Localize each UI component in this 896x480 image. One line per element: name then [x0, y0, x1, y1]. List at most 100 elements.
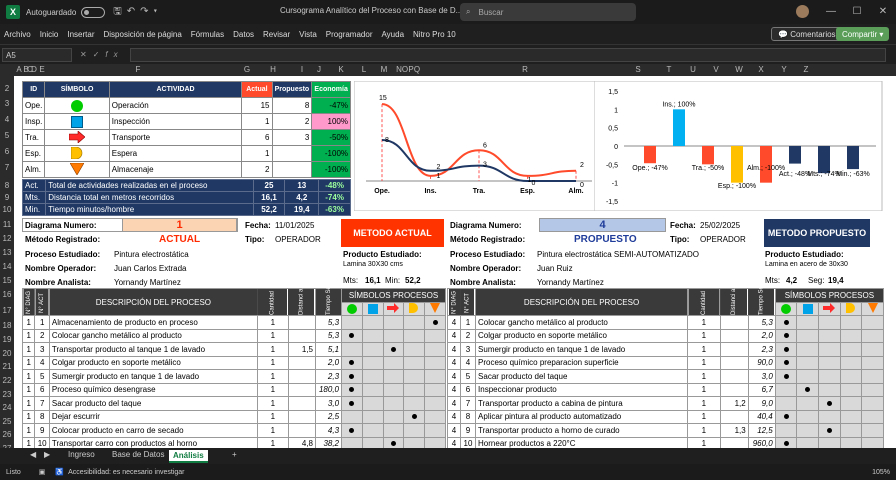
tab-prev-icon[interactable]: ◀: [30, 450, 36, 459]
column-header[interactable]: J: [314, 65, 324, 74]
row-header[interactable]: 26: [0, 430, 14, 439]
menu-ayuda[interactable]: Ayuda: [381, 30, 404, 39]
row-header[interactable]: 4: [0, 115, 14, 124]
table-row[interactable]: 4 4 Proceso químico preparacion superficie…: [447, 355, 884, 370]
menu-nitro[interactable]: Nitro Pro 10: [413, 30, 456, 39]
menu-datos[interactable]: Datos: [233, 30, 254, 39]
table-row[interactable]: 1 5 Sumergir producto en tanque 1 de lavad…: [21, 369, 446, 384]
worksheet[interactable]: ID SÍMBOLO ACTIVIDAD Actual Propuesto Ec…: [14, 76, 896, 448]
column-header[interactable]: F: [133, 65, 143, 74]
menu-inicio[interactable]: Inicio: [40, 30, 59, 39]
line-chart[interactable]: Ope. Ins. Tra. Esp. Alm.15812631 020: [354, 81, 604, 211]
bar-chart[interactable]: 1,5 1 0,5 0 -0,5 -1 -1,5 Ope.; -47% Ins.; 100% Tr…: [594, 81, 896, 211]
menu-formulas[interactable]: Fórmulas: [191, 30, 224, 39]
table-row[interactable]: 1 1 Almacenamiento de producto en proceso 1…: [21, 315, 446, 330]
row-header[interactable]: 18: [0, 321, 14, 330]
row-header[interactable]: 7: [0, 163, 14, 172]
tab-next-icon[interactable]: ▶: [44, 450, 50, 459]
column-header[interactable]: W: [734, 65, 744, 74]
column-header[interactable]: U: [688, 65, 698, 74]
table-row[interactable]: 1 6 Proceso químico desengrase 1 180,0: [21, 382, 446, 397]
row-header[interactable]: 5: [0, 131, 14, 140]
column-header[interactable]: X: [756, 65, 766, 74]
row-header[interactable]: 11: [0, 220, 14, 229]
quick-access-icons[interactable]: 🖫↶↷▾: [113, 4, 162, 21]
column-header[interactable]: V: [711, 65, 721, 74]
column-header[interactable]: Z: [801, 65, 811, 74]
tab-analisis[interactable]: Análisis: [169, 450, 208, 463]
row-header[interactable]: 9: [0, 193, 14, 202]
minimize-icon[interactable]: —: [818, 0, 844, 24]
column-header[interactable]: Q: [412, 65, 422, 74]
name-box[interactable]: A5: [2, 47, 72, 62]
autosave-toggle[interactable]: [81, 6, 106, 18]
column-header[interactable]: S: [633, 65, 643, 74]
row-header[interactable]: 10: [0, 205, 14, 214]
formula-input[interactable]: [129, 47, 886, 62]
table-row[interactable]: 4 3 Sumergir producto en tanque 1 de lavad…: [447, 342, 884, 357]
table-row[interactable]: 1 3 Transportar producto al tanque 1 de la…: [21, 342, 446, 357]
right-diagram-number[interactable]: 4: [539, 218, 666, 232]
table-row[interactable]: 1 9 Colocar producto en carro de secado 1 4,…: [21, 423, 446, 438]
close-icon[interactable]: ✕: [870, 0, 896, 24]
row-header[interactable]: 3: [0, 99, 14, 108]
row-header[interactable]: 14: [0, 262, 14, 271]
search-box[interactable]: ⌕ Buscar: [460, 3, 636, 21]
tab-base-datos[interactable]: Base de Datos: [112, 450, 164, 459]
table-row[interactable]: 1 8 Dejar escurrir 1 2,5: [21, 409, 446, 424]
row-header[interactable]: 23: [0, 390, 14, 399]
row-header[interactable]: 2: [0, 84, 14, 93]
menu-insertar[interactable]: Insertar: [67, 30, 94, 39]
menu-disposicion[interactable]: Disposición de página: [104, 30, 182, 39]
table-row[interactable]: 4 6 Inspeccionar producto 1 6,7: [447, 382, 884, 397]
zoom-level[interactable]: 105%: [872, 469, 890, 476]
comments-button[interactable]: 💬 Comentarios: [771, 27, 843, 41]
table-row[interactable]: 4 1 Colocar gancho metálico al producto 1 5,…: [447, 315, 884, 330]
table-row[interactable]: 4 8 Aplicar pintura al producto automatiza…: [447, 409, 884, 424]
row-header[interactable]: 20: [0, 349, 14, 358]
table-row[interactable]: 4 9 Transportar producto a horno de curado…: [447, 423, 884, 438]
row-header[interactable]: 25: [0, 417, 14, 426]
column-header[interactable]: G: [242, 65, 252, 74]
table-row[interactable]: 1 4 Colgar producto en soporte metálico 1 2,…: [21, 355, 446, 370]
tab-ingreso[interactable]: Ingreso: [68, 450, 95, 459]
add-sheet-icon[interactable]: +: [232, 450, 237, 459]
table-row[interactable]: 1 10 Transportar carro con productos al ho…: [21, 436, 446, 448]
row-header[interactable]: 22: [0, 376, 14, 385]
left-diagram-number[interactable]: 1: [122, 218, 237, 232]
menu-programador[interactable]: Programador: [326, 30, 373, 39]
row-header[interactable]: 12: [0, 234, 14, 243]
menu-archivo[interactable]: Archivo: [4, 30, 31, 39]
row-header[interactable]: 8: [0, 181, 14, 190]
column-header[interactable]: E: [37, 65, 47, 74]
row-header[interactable]: 6: [0, 147, 14, 156]
column-header[interactable]: K: [336, 65, 346, 74]
row-header[interactable]: 16: [0, 290, 14, 299]
table-row[interactable]: 1 7 Sacar producto del taque 1 3,0: [21, 396, 446, 411]
table-row[interactable]: 4 5 Sacar producto del taque 1 3,0: [447, 369, 884, 384]
row-header[interactable]: 15: [0, 276, 14, 285]
row-header[interactable]: 21: [0, 362, 14, 371]
maximize-icon[interactable]: ☐: [844, 0, 870, 24]
column-header[interactable]: T: [664, 65, 674, 74]
row-quantity: 1: [687, 315, 721, 330]
column-header[interactable]: I: [297, 65, 307, 74]
menu-vista[interactable]: Vista: [299, 30, 317, 39]
table-row[interactable]: 4 7 Transportar producto a cabina de pintu…: [447, 396, 884, 411]
column-header[interactable]: M: [379, 65, 389, 74]
menu-revisar[interactable]: Revisar: [263, 30, 290, 39]
column-header[interactable]: R: [520, 65, 530, 74]
table-row[interactable]: 4 2 Colgar producto en soporte metálico 1 2,…: [447, 328, 884, 343]
column-header[interactable]: H: [268, 65, 278, 74]
table-row[interactable]: 4 10 Hornear productos a 220°C 1 960,0: [447, 436, 884, 448]
avatar[interactable]: [796, 5, 809, 18]
table-row[interactable]: 1 2 Colocar gancho metálico al producto 1 5,…: [21, 328, 446, 343]
row-header[interactable]: 13: [0, 248, 14, 257]
column-header[interactable]: Y: [779, 65, 789, 74]
accessibility-status[interactable]: Accesibilidad: es necesario investigar: [68, 469, 184, 476]
row-header[interactable]: 24: [0, 403, 14, 412]
row-header[interactable]: 17: [0, 306, 14, 315]
share-button[interactable]: Compartir ▾: [836, 27, 890, 41]
column-header[interactable]: L: [359, 65, 369, 74]
row-header[interactable]: 19: [0, 335, 14, 344]
